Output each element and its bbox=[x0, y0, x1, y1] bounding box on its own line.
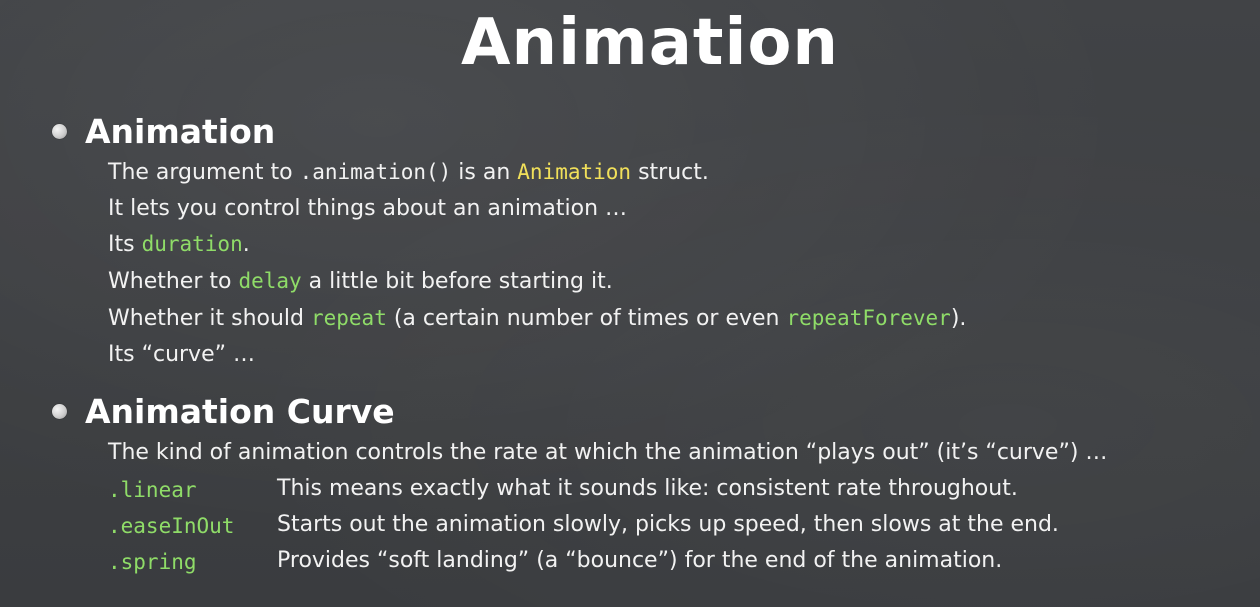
bullet-icon bbox=[52, 404, 67, 419]
curve-name: .easeInOut bbox=[108, 514, 235, 538]
text-span: ). bbox=[950, 306, 967, 331]
section-heading-animation-curve: Animation Curve bbox=[52, 392, 395, 431]
text-span: struct. bbox=[631, 160, 709, 185]
text-line: Its duration. bbox=[108, 232, 250, 257]
text-line: Whether it should repeat (a certain numb… bbox=[108, 306, 966, 331]
code-span: .animation() bbox=[299, 160, 452, 184]
text-span: is an bbox=[451, 160, 518, 185]
text-span: Its bbox=[108, 232, 142, 257]
text-span: . bbox=[242, 232, 250, 257]
text-line: Its “curve” … bbox=[108, 342, 255, 367]
text-span: a little bit before starting it. bbox=[301, 269, 613, 294]
section-heading-animation: Animation bbox=[52, 112, 275, 151]
curve-description: This means exactly what it sounds like: … bbox=[277, 476, 1018, 501]
text-line: The kind of animation controls the rate … bbox=[108, 440, 1108, 465]
text-span: The argument to bbox=[108, 160, 300, 185]
curve-name: .linear bbox=[108, 478, 197, 502]
text-span: Whether to bbox=[108, 269, 239, 294]
text-line: The argument to .animation() is an Anima… bbox=[108, 160, 709, 185]
slide-title: Animation bbox=[461, 6, 839, 80]
text-line: It lets you control things about an anim… bbox=[108, 196, 628, 221]
curve-name: .spring bbox=[108, 550, 197, 574]
slide: Animation Animation The argument to .ani… bbox=[0, 0, 1260, 607]
code-keyword: repeat bbox=[310, 306, 387, 330]
curve-description: Starts out the animation slowly, picks u… bbox=[277, 512, 1059, 537]
text-line: Whether to delay a little bit before sta… bbox=[108, 269, 613, 294]
text-span: (a certain number of times or even bbox=[386, 306, 787, 331]
section-heading-label: Animation Curve bbox=[85, 392, 395, 431]
curve-description: Provides “soft landing” (a “bounce”) for… bbox=[277, 548, 1003, 573]
section-heading-label: Animation bbox=[85, 112, 276, 151]
code-keyword: delay bbox=[238, 269, 302, 293]
code-keyword: duration bbox=[141, 232, 243, 256]
bullet-icon bbox=[52, 124, 67, 139]
code-keyword: repeatForever bbox=[786, 306, 951, 330]
code-keyword: Animation bbox=[517, 160, 632, 184]
text-span: Whether it should bbox=[108, 306, 311, 331]
